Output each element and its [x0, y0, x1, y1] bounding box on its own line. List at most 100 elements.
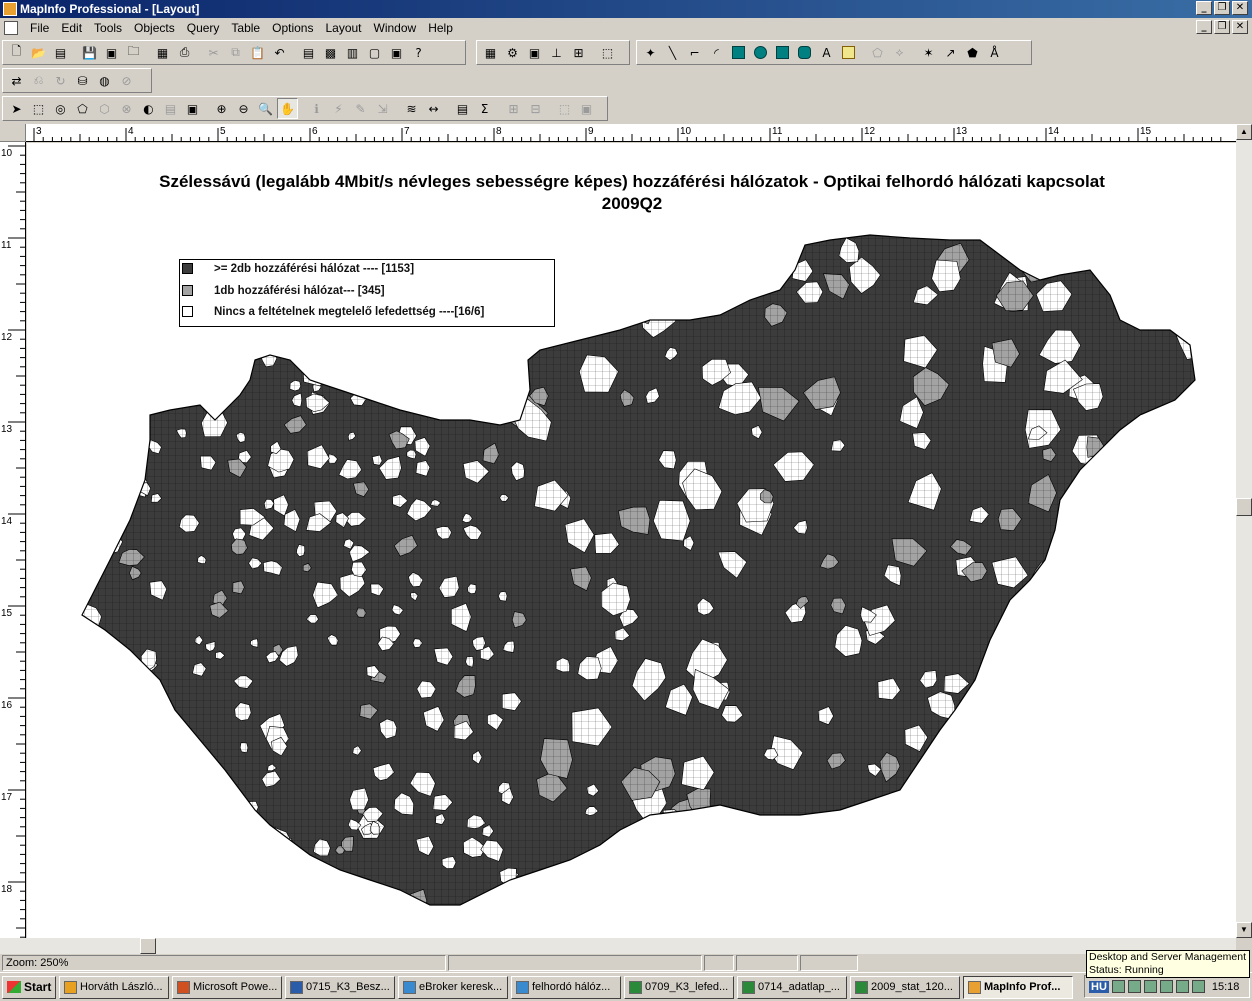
task-excel-lefed[interactable]: 0709_K3_lefed... [624, 975, 734, 999]
radius-select-icon[interactable]: ◎ [50, 98, 71, 119]
symbol-style-icon[interactable]: ✶ [918, 42, 939, 63]
copy-icon[interactable]: ⧉ [225, 42, 246, 63]
update-icon[interactable] [1191, 980, 1205, 993]
polygon-select-icon[interactable]: ⬠ [72, 98, 93, 119]
rectangle-tool-icon[interactable] [772, 42, 793, 63]
close-button[interactable]: ✕ [1232, 1, 1248, 15]
set-target-icon[interactable]: ⊞ [503, 98, 524, 119]
layout-select-icon[interactable]: ▣ [182, 98, 203, 119]
text-tool-icon[interactable]: A [816, 42, 837, 63]
task-word-besz[interactable]: 0715_K3_Besz... [285, 975, 395, 999]
doc-minimize-button[interactable]: _ [1196, 20, 1212, 34]
vertical-scrollbar[interactable]: ▲ ▼ [1236, 124, 1252, 938]
layer-control-icon[interactable]: ≋ [401, 98, 422, 119]
legend-icon[interactable]: ▤ [452, 98, 473, 119]
grabber-hand-icon[interactable]: ✋ [277, 98, 298, 119]
text-style-icon[interactable]: Å [984, 42, 1005, 63]
volume-icon[interactable] [1175, 980, 1189, 993]
network-icon[interactable] [1111, 980, 1125, 993]
ruler-icon[interactable]: ↔ [423, 98, 444, 119]
scroll-down-button[interactable]: ▼ [1236, 922, 1252, 938]
add-node-icon[interactable]: ⟡ [889, 42, 910, 63]
boundary-select-icon[interactable]: ⬡ [94, 98, 115, 119]
reshape-icon[interactable]: ⬠ [867, 42, 888, 63]
start-button[interactable]: Start [2, 975, 56, 999]
info-icon[interactable]: ℹ [306, 98, 327, 119]
graph-select-icon[interactable]: ▤ [160, 98, 181, 119]
web-services-icon[interactable]: ◍ [94, 70, 115, 91]
paste-icon[interactable]: 📋 [247, 42, 268, 63]
menu-edit[interactable]: Edit [55, 21, 88, 35]
menu-options[interactable]: Options [266, 21, 319, 35]
map-legend[interactable]: >= 2db hozzáférési hálózat ---- [1153] 1… [179, 259, 555, 327]
menu-layout[interactable]: Layout [319, 21, 367, 35]
menu-query[interactable]: Query [181, 21, 226, 35]
polyline-tool-icon[interactable]: ⌐ [684, 42, 705, 63]
menu-table[interactable]: Table [225, 21, 266, 35]
task-excel-adatlap[interactable]: 0714_adatlap_... [737, 975, 847, 999]
task-felhordo[interactable]: felhordó hálóz... [511, 975, 621, 999]
print-preview-icon[interactable]: ▦ [152, 42, 173, 63]
open-workspace-icon[interactable]: 🗀 [123, 42, 144, 63]
clock[interactable]: 15:18 [1212, 981, 1240, 993]
info-tool-icon[interactable]: ⊞ [568, 42, 589, 63]
new-browser-icon[interactable]: ▤ [298, 42, 319, 63]
marquee-select-icon[interactable]: ⬚ [28, 98, 49, 119]
select-arrow-icon[interactable]: ➤ [6, 98, 27, 119]
region-style-icon[interactable]: ⬟ [962, 42, 983, 63]
new-grapher-icon[interactable]: ▥ [342, 42, 363, 63]
open-table-icon[interactable]: ▤ [50, 42, 71, 63]
new-layout-icon[interactable]: ▢ [364, 42, 385, 63]
task-mapinfo[interactable]: MapInfo Prof... [963, 975, 1073, 999]
db-unlink-icon[interactable]: ⊘ [116, 70, 137, 91]
minimize-button[interactable]: _ [1196, 1, 1212, 15]
restore-button[interactable]: ❐ [1214, 1, 1230, 15]
symbol-tool-icon[interactable]: ✦ [640, 42, 661, 63]
layout-zoom-icon[interactable]: ⬚ [554, 98, 575, 119]
hotlink-icon[interactable]: ⚡ [328, 98, 349, 119]
ellipse-tool-icon[interactable] [750, 42, 771, 63]
line-style-icon[interactable]: ↗ [940, 42, 961, 63]
menu-objects[interactable]: Objects [128, 21, 181, 35]
help-pointer-icon[interactable]: ? [408, 42, 429, 63]
line-tool-icon[interactable]: ╲ [662, 42, 683, 63]
scale-bar-icon[interactable]: ▣ [524, 42, 545, 63]
horizontal-scrollbar[interactable] [0, 938, 1236, 954]
save-workspace-icon[interactable]: ▣ [101, 42, 122, 63]
cut-icon[interactable]: ✂ [203, 42, 224, 63]
zoom-in-icon[interactable]: ⊕ [211, 98, 232, 119]
task-outlook[interactable]: Horváth László... [59, 975, 169, 999]
horizontal-scroll-thumb[interactable] [140, 938, 156, 954]
security-icon[interactable] [1143, 980, 1157, 993]
menu-window[interactable]: Window [368, 21, 423, 35]
menu-file[interactable]: File [24, 21, 55, 35]
print-icon[interactable]: ⎙ [174, 42, 195, 63]
statistics-icon[interactable]: Σ [474, 98, 495, 119]
scroll-up-button[interactable]: ▲ [1236, 124, 1252, 140]
ruler-tool-icon[interactable]: ⊥ [546, 42, 567, 63]
open-icon[interactable]: 📂 [28, 42, 49, 63]
polygon-tool-icon[interactable] [728, 42, 749, 63]
window-select-icon[interactable]: ⬚ [597, 42, 618, 63]
invert-selection-icon[interactable]: ◐ [138, 98, 159, 119]
save-icon[interactable]: 💾 [79, 42, 100, 63]
tool-manager-icon[interactable]: ⚙ [502, 42, 523, 63]
label-icon[interactable]: ✎ [350, 98, 371, 119]
drag-map-icon[interactable]: ⇲ [372, 98, 393, 119]
db-disconnect-icon[interactable]: ⎌ [28, 70, 49, 91]
new-icon[interactable]: 🗋 [6, 42, 27, 63]
frame-tool-icon[interactable] [838, 42, 859, 63]
db-connect-icon[interactable]: ⇄ [6, 70, 27, 91]
unselect-all-icon[interactable]: ⊗ [116, 98, 137, 119]
task-powerpoint[interactable]: Microsoft Powe... [172, 975, 282, 999]
new-mapper-icon[interactable]: ▩ [320, 42, 341, 63]
language-indicator[interactable]: HU [1089, 980, 1109, 993]
db-refresh-icon[interactable]: ↻ [50, 70, 71, 91]
menu-tools[interactable]: Tools [88, 21, 128, 35]
doc-restore-button[interactable]: ❐ [1214, 20, 1230, 34]
menu-help[interactable]: Help [422, 21, 459, 35]
rounded-rectangle-tool-icon[interactable] [794, 42, 815, 63]
vertical-scroll-thumb[interactable] [1236, 498, 1252, 516]
layout-doc-icon[interactable] [4, 21, 18, 35]
db-open-icon[interactable]: ⛁ [72, 70, 93, 91]
